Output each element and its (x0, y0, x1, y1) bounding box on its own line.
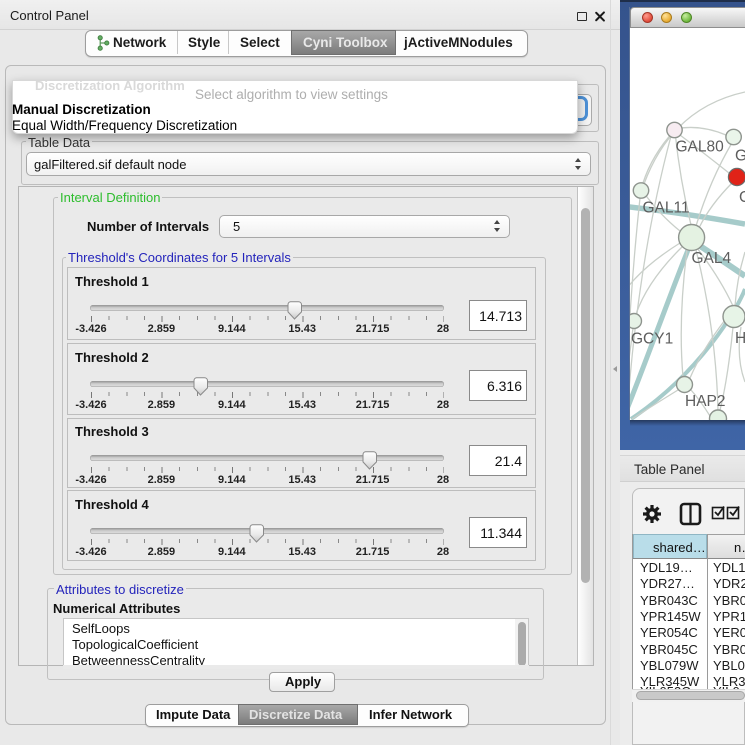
svg-text:H: H (735, 330, 745, 347)
svg-text:GCY1: GCY1 (631, 331, 673, 348)
svg-text:GAL11: GAL11 (643, 200, 690, 217)
svg-text:HAP2: HAP2 (685, 393, 726, 410)
svg-text:GAL4: GAL4 (692, 250, 732, 267)
svg-text:C: C (739, 189, 745, 206)
svg-text:GAL80: GAL80 (676, 139, 725, 156)
svg-text:GA: GA (735, 148, 745, 165)
